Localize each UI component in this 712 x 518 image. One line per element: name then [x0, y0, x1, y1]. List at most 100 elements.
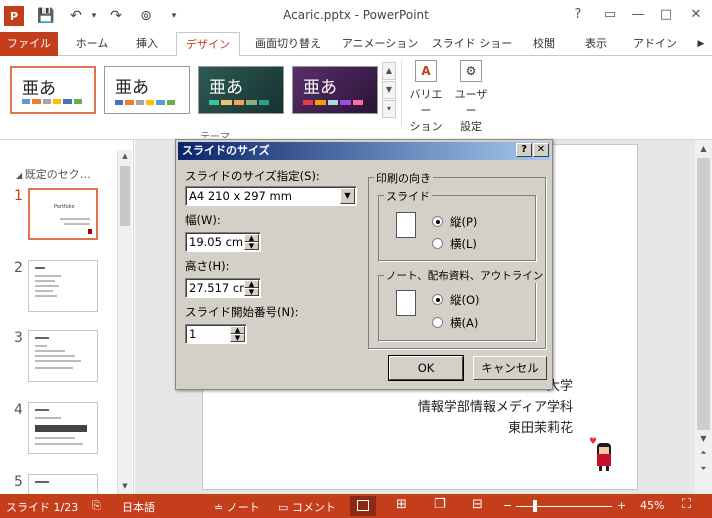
customize-button[interactable]: ⚙ ユーザー 設定	[450, 60, 492, 134]
slide-landscape-radio[interactable]	[432, 238, 443, 249]
width-decrement-icon[interactable]: ▼	[244, 242, 259, 250]
next-slide-icon[interactable]: ⏷	[697, 464, 710, 474]
theme-office-2[interactable]: 亜あ	[104, 66, 190, 114]
width-value: 19.05 cm	[189, 235, 244, 249]
notes-portrait-radio[interactable]	[432, 294, 443, 305]
slide-thumbnail-1[interactable]: Portfolio	[28, 188, 98, 240]
theme-purple[interactable]: 亜あ	[292, 66, 378, 114]
slide-portrait-label[interactable]: 縦(P)	[450, 214, 477, 230]
variations-label-1: バリエー	[409, 88, 443, 117]
slide-thumbnail-3[interactable]	[28, 330, 98, 382]
scroll-thumb[interactable]	[120, 166, 130, 226]
editor-scrollbar[interactable]: ▲ ▼ ⏶ ⏷	[695, 140, 712, 494]
width-input[interactable]: 19.05 cm ▲ ▼	[185, 232, 261, 252]
spell-check-icon[interactable]: ⎘	[92, 499, 101, 513]
ribbon-display-button[interactable]: ▭	[598, 4, 622, 26]
close-button[interactable]: ✕	[684, 4, 708, 26]
tab-animations[interactable]: アニメーション	[336, 32, 424, 56]
section-header[interactable]: ◢ 既定のセク…	[16, 166, 91, 182]
width-increment-icon[interactable]: ▲	[244, 234, 259, 242]
ribbon-group-label: テーマ	[200, 132, 230, 138]
tab-review[interactable]: 校閲	[522, 32, 566, 56]
thumb-title: Portfolio	[54, 204, 75, 210]
title-bar: P 💾 ↶ ▾ ↷ ⊚ ▾ Acaric.pptx - PowerPoint ?…	[0, 0, 712, 32]
variations-label-2: ション	[409, 120, 443, 133]
slide-portrait-radio[interactable]	[432, 216, 443, 227]
tab-addins[interactable]: アドイン	[626, 32, 684, 56]
slide-landscape-label[interactable]: 横(L)	[450, 236, 477, 252]
maximize-button[interactable]: □	[654, 4, 678, 26]
height-decrement-icon[interactable]: ▼	[244, 288, 259, 296]
slide-size-select[interactable]: A4 210 x 297 mm ▼	[185, 186, 357, 206]
tab-file[interactable]: ファイル	[0, 32, 58, 56]
tab-transitions[interactable]: 画面切り替え	[246, 32, 330, 56]
comments-label: コメント	[291, 501, 336, 514]
scroll-down-icon[interactable]: ▼	[119, 482, 131, 490]
theme-preview-text: 亜あ	[115, 78, 149, 98]
notes-button[interactable]: ≐ ノート	[214, 499, 260, 515]
start-number-input[interactable]: 1 ▲ ▼	[185, 324, 247, 344]
theme-teal[interactable]: 亜あ	[198, 66, 284, 114]
height-increment-icon[interactable]: ▲	[244, 280, 259, 288]
slideshow-view-icon[interactable]: ⊟	[472, 497, 483, 512]
reading-view-icon[interactable]: ❐	[434, 497, 446, 512]
zoom-level[interactable]: 45%	[640, 499, 664, 512]
language-indicator[interactable]: 日本語	[122, 499, 155, 515]
theme-more-icon[interactable]: ▾	[382, 100, 396, 118]
slide-thumbnail-5[interactable]	[28, 474, 98, 494]
theme-preview-text: 亜あ	[303, 78, 337, 98]
customize-icon: ⚙	[460, 60, 482, 82]
scroll-down-icon[interactable]: ▼	[697, 434, 710, 443]
slide-text-faculty: 情報学部情報メディア学科	[417, 400, 573, 415]
zoom-out-icon[interactable]: −	[503, 499, 512, 512]
tab-insert[interactable]: 挿入	[124, 32, 170, 56]
minimize-button[interactable]: —	[626, 4, 650, 26]
height-input[interactable]: 27.517 cm ▲ ▼	[185, 278, 261, 298]
cancel-button[interactable]: キャンセル	[473, 356, 547, 380]
ok-button[interactable]: OK	[388, 355, 464, 381]
editor-scroll-thumb[interactable]	[697, 158, 710, 430]
notes-landscape-radio[interactable]	[432, 317, 443, 328]
slide-number: 5	[14, 474, 23, 490]
dialog-title: スライドのサイズ	[182, 144, 270, 157]
help-button[interactable]: ?	[566, 4, 590, 26]
theme-office[interactable]: 亜あ	[10, 66, 96, 114]
slide-size-label: スライドのサイズ指定(S):	[185, 169, 320, 183]
slide-size-dialog: スライドのサイズ ? ✕ スライドのサイズ指定(S): A4 210 x 297…	[175, 139, 553, 390]
tab-view[interactable]: 表示	[574, 32, 618, 56]
thumbnails-scrollbar[interactable]: ▲ ▼	[117, 150, 132, 494]
start-increment-icon[interactable]: ▲	[230, 326, 245, 334]
zoom-slider-thumb[interactable]	[533, 500, 537, 512]
slide-text-name: 東田茉莉花	[507, 421, 573, 436]
scroll-up-icon[interactable]: ▲	[119, 152, 131, 160]
tab-design[interactable]: デザイン	[176, 32, 240, 57]
tabs-scroll-right-icon[interactable]: ▶	[694, 32, 708, 56]
previous-slide-icon[interactable]: ⏶	[697, 448, 710, 458]
theme-preview-text: 亜あ	[209, 78, 243, 98]
slide-sorter-icon[interactable]: ⊞	[396, 497, 407, 512]
dialog-title-bar[interactable]: スライドのサイズ ? ✕	[178, 142, 550, 160]
tab-slideshow[interactable]: スライド ショー	[430, 32, 514, 56]
comments-button[interactable]: ▭ コメント	[278, 499, 336, 515]
zoom-slider-track[interactable]	[516, 506, 612, 507]
start-decrement-icon[interactable]: ▼	[230, 334, 245, 342]
variations-icon: A	[415, 60, 437, 82]
theme-scroll-down-icon[interactable]: ▼	[382, 81, 396, 99]
scroll-up-icon[interactable]: ▲	[697, 144, 710, 153]
notes-landscape-label[interactable]: 横(A)	[450, 315, 478, 331]
fit-slide-icon[interactable]: ⛶	[682, 497, 691, 512]
slide-thumbnail-2[interactable]	[28, 260, 98, 312]
slide-thumbnail-4[interactable]	[28, 402, 98, 454]
normal-view-button[interactable]	[350, 496, 376, 516]
variations-button[interactable]: A バリエー ション	[406, 60, 446, 134]
ribbon-tabs: ファイル ホーム 挿入 デザイン 画面切り替え アニメーション スライド ショー…	[0, 32, 712, 57]
dropdown-arrow-icon[interactable]: ▼	[340, 188, 355, 204]
zoom-in-icon[interactable]: +	[617, 499, 626, 512]
dialog-help-button[interactable]: ?	[516, 143, 532, 157]
tab-home[interactable]: ホーム	[66, 32, 118, 56]
collapse-icon: ◢	[16, 171, 25, 180]
notes-portrait-label[interactable]: 縦(O)	[450, 292, 480, 308]
comment-icon: ▭	[278, 501, 292, 514]
theme-scroll-up-icon[interactable]: ▲	[382, 62, 396, 80]
dialog-close-button[interactable]: ✕	[533, 143, 549, 157]
